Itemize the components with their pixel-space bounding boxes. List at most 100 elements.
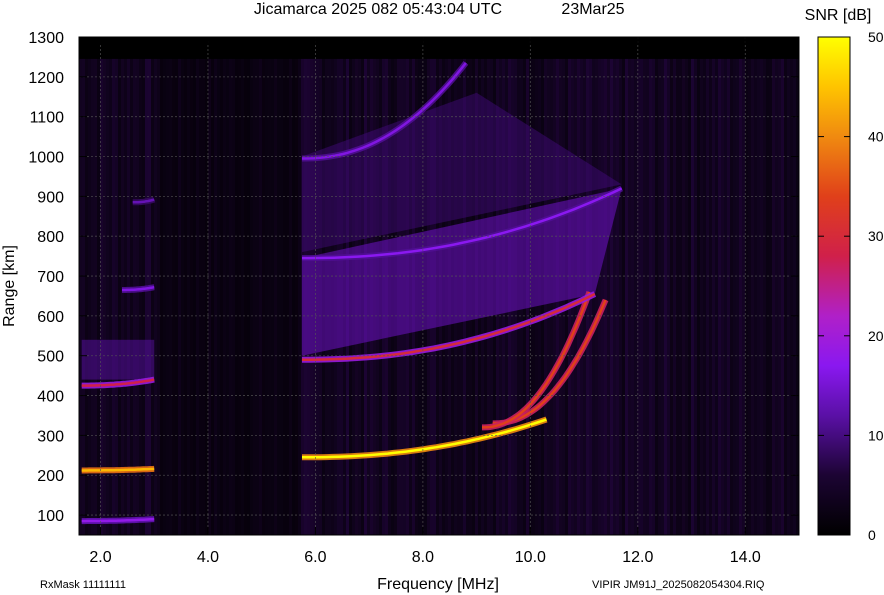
noise-column (178, 58, 181, 535)
noise-column (643, 58, 646, 535)
noise-column (229, 58, 232, 535)
noise-column (625, 58, 628, 535)
noise-column (109, 58, 112, 535)
noise-column (652, 58, 655, 535)
noise-column (163, 58, 166, 535)
low-freq-spread (81, 339, 155, 380)
y-tick-label: 1200 (28, 70, 64, 87)
noise-column (247, 58, 250, 535)
noise-column (271, 58, 274, 535)
noise-column (175, 58, 178, 535)
noise-column (187, 58, 190, 535)
noise-column (607, 58, 610, 535)
heatmap-layer (79, 58, 799, 535)
noise-column (193, 58, 196, 535)
noise-column (667, 58, 670, 535)
noise-column (655, 58, 658, 535)
noise-column (784, 58, 787, 535)
x-tick-label: 14.0 (730, 549, 761, 566)
noise-column (259, 58, 262, 535)
y-tick-label: 500 (37, 349, 64, 366)
noise-column (166, 58, 169, 535)
noise-column (649, 58, 652, 535)
noise-column (103, 58, 106, 535)
y-tick-label: 100 (37, 508, 64, 525)
noise-column (286, 58, 289, 535)
noise-column (598, 58, 601, 535)
noise-column (238, 58, 241, 535)
noise-column (82, 58, 85, 535)
noise-column (181, 58, 184, 535)
noise-column (97, 58, 100, 535)
noise-column (151, 58, 154, 535)
noise-column (685, 58, 688, 535)
noise-column (736, 58, 739, 535)
y-tick-label: 600 (37, 309, 64, 326)
colorbar-tick-label: 20 (868, 328, 884, 344)
noise-column (130, 58, 133, 535)
noise-column (763, 58, 766, 535)
noise-column (769, 58, 772, 535)
noise-column (223, 58, 226, 535)
noise-column (691, 58, 694, 535)
noise-column (136, 58, 139, 535)
noise-column (172, 58, 175, 535)
noise-column (118, 58, 121, 535)
noise-column (670, 58, 673, 535)
x-axis-label: Frequency [MHz] (377, 576, 499, 593)
noise-column (703, 58, 706, 535)
noise-column (775, 58, 778, 535)
noise-column (232, 58, 235, 535)
noise-column (265, 58, 268, 535)
noise-column (760, 58, 763, 535)
noise-column (601, 58, 604, 535)
y-axis-label: Range [km] (1, 245, 18, 327)
noise-column (277, 58, 280, 535)
noise-column (280, 58, 283, 535)
noise-column (157, 58, 160, 535)
y-tick-label: 1000 (28, 150, 64, 167)
x-tick-label: 12.0 (622, 549, 653, 566)
rxmask-label: RxMask 11111111 (40, 579, 126, 591)
noise-column (664, 58, 667, 535)
colorbar-tick-label: 50 (868, 29, 884, 45)
noise-column (718, 58, 721, 535)
noise-column (145, 58, 148, 535)
noise-column (694, 58, 697, 535)
noise-column (244, 58, 247, 535)
noise-column (739, 58, 742, 535)
noise-column (115, 58, 118, 535)
noise-column (742, 58, 745, 535)
noise-column (289, 58, 292, 535)
x-tick-label: 6.0 (304, 549, 326, 566)
noise-column (283, 58, 286, 535)
noise-column (211, 58, 214, 535)
chart-title: Jicamarca 2025 082 05:43:04 UTC (254, 1, 502, 18)
noise-column (661, 58, 664, 535)
y-tick-label: 200 (37, 468, 64, 485)
x-tick-label: 4.0 (197, 549, 219, 566)
noise-column (160, 58, 163, 535)
noise-column (727, 58, 730, 535)
ionogram-svg: Jicamarca 2025 082 05:43:04 UTC 23Mar25 … (1, 1, 884, 593)
noise-column (700, 58, 703, 535)
noise-column (127, 58, 130, 535)
colorbar-tick-label: 30 (868, 228, 884, 244)
y-tick-label: 400 (37, 389, 64, 406)
x-tick-label: 2.0 (89, 549, 111, 566)
noise-column (85, 58, 88, 535)
y-tick-label: 800 (37, 229, 64, 246)
noise-column (709, 58, 712, 535)
noise-column (88, 58, 91, 535)
noise-column (235, 58, 238, 535)
noise-column (772, 58, 775, 535)
x-tick-label: 8.0 (412, 549, 434, 566)
noise-column (790, 58, 793, 535)
noise-column (274, 58, 277, 535)
noise-column (766, 58, 769, 535)
noise-column (721, 58, 724, 535)
noise-column (148, 58, 151, 535)
y-tick-label: 1300 (28, 30, 64, 47)
noise-column (604, 58, 607, 535)
noise-column (631, 58, 634, 535)
